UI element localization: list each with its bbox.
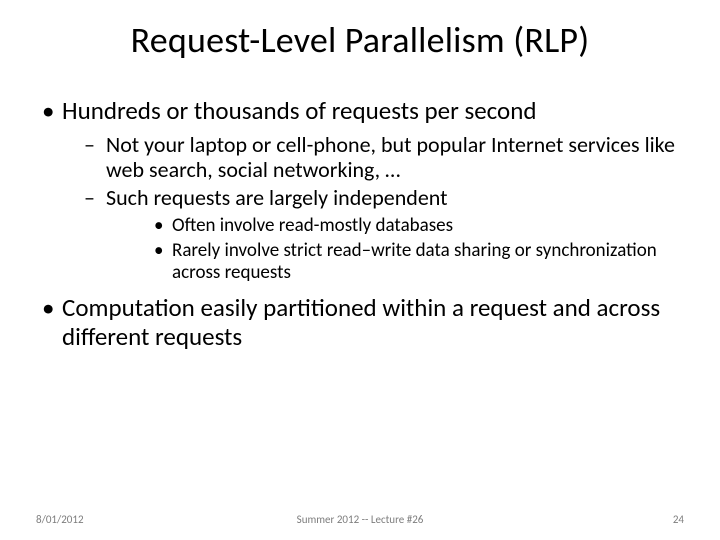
bullet-text: Often involve read-mostly databases	[172, 214, 453, 237]
bullet-text: Computation easily partitioned within a …	[62, 292, 660, 353]
footer-date: 8/01/2012	[36, 513, 84, 526]
footer-page-number: 24	[673, 513, 684, 526]
bullet-text: Such requests are largely independent	[106, 184, 448, 211]
bullet-subsublist: Often involve read-mostly databases Rare…	[106, 215, 680, 284]
bullet-text: Not your laptop or cell-phone, but popul…	[106, 131, 675, 184]
bullet-lvl2: Not your laptop or cell-phone, but popul…	[62, 132, 680, 184]
bullet-text: Hundreds or thousands of requests per se…	[62, 95, 536, 126]
bullet-text: Rarely involve strict read–write data sh…	[172, 239, 657, 284]
bullet-lvl3: Often involve read-mostly databases	[106, 215, 680, 237]
bullet-lvl1: Hundreds or thousands of requests per se…	[40, 96, 680, 285]
slide-footer: 8/01/2012 Summer 2012 -- Lecture #26 24	[0, 513, 720, 526]
bullet-lvl2: Such requests are largely independent Of…	[62, 185, 680, 284]
bullet-sublist: Not your laptop or cell-phone, but popul…	[62, 132, 680, 285]
slide-title: Request-Level Parallelism (RLP)	[40, 18, 680, 62]
bullet-lvl3: Rarely involve strict read–write data sh…	[106, 240, 680, 285]
slide: Request-Level Parallelism (RLP) Hundreds…	[0, 0, 720, 540]
footer-center: Summer 2012 -- Lecture #26	[0, 513, 720, 526]
bullet-list: Hundreds or thousands of requests per se…	[40, 96, 680, 352]
bullet-lvl1: Computation easily partitioned within a …	[40, 293, 680, 352]
